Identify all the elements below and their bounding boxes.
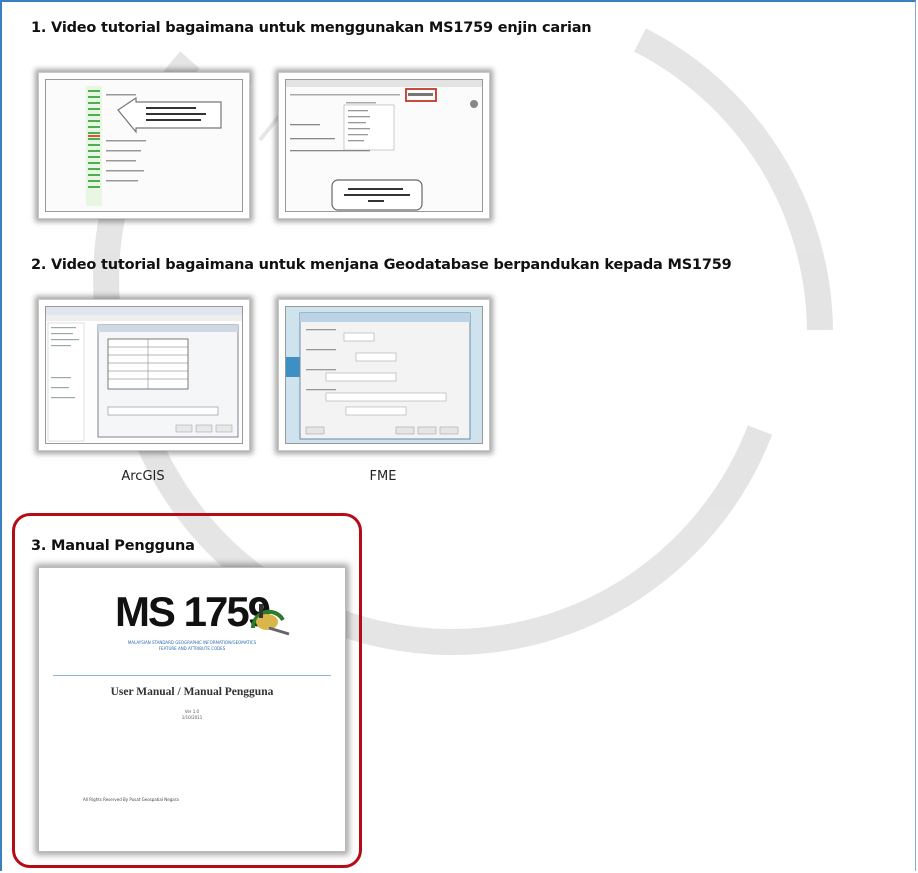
- video-screenshot: [285, 79, 483, 212]
- caption-arcgis: ArcGIS: [121, 469, 165, 484]
- globe-logo-icon: [250, 604, 290, 636]
- video-thumbnail-search-engine-2[interactable]: [278, 72, 490, 219]
- video-thumbnail-search-engine-1[interactable]: [38, 72, 250, 219]
- manual-heading: User Manual / Manual Pengguna: [110, 686, 274, 698]
- video-screenshot: [45, 306, 243, 444]
- video-screenshot: [45, 79, 243, 212]
- section-3-title: 3. Manual Pengguna: [31, 538, 195, 554]
- manual-logo-text: MS 1759: [114, 588, 271, 635]
- manual-footer: All Rights Reserved By Pusat Geospatial …: [83, 797, 179, 802]
- manual-subtitle-1: MALAYSIAN STANDARD GEOGRAPHIC INFORMATIO…: [127, 640, 257, 645]
- manual-divider: [53, 675, 331, 676]
- manual-version: Ver 1.0: [184, 709, 200, 714]
- caption-fme: FME: [369, 469, 397, 484]
- section-2-title: 2. Video tutorial bagaimana untuk menjan…: [31, 257, 732, 273]
- video-thumbnail-fme[interactable]: [278, 299, 490, 451]
- section-1-title: 1. Video tutorial bagaimana untuk menggu…: [31, 20, 592, 36]
- screenshot-preview-icon: [286, 307, 482, 443]
- video-thumbnail-arcgis[interactable]: [38, 299, 250, 451]
- screenshot-preview-icon: [46, 80, 242, 211]
- manual-date: 1/10/2011: [181, 715, 203, 720]
- screenshot-preview-icon: [286, 80, 482, 211]
- user-manual-thumbnail[interactable]: MS 1759 MALAYSIAN STANDARD GEOGRAPHIC IN…: [38, 567, 346, 852]
- screenshot-preview-icon: [46, 307, 242, 443]
- manual-subtitle-2: FEATURE AND ATTRIBUTE CODES: [158, 646, 226, 651]
- video-screenshot: [285, 306, 483, 444]
